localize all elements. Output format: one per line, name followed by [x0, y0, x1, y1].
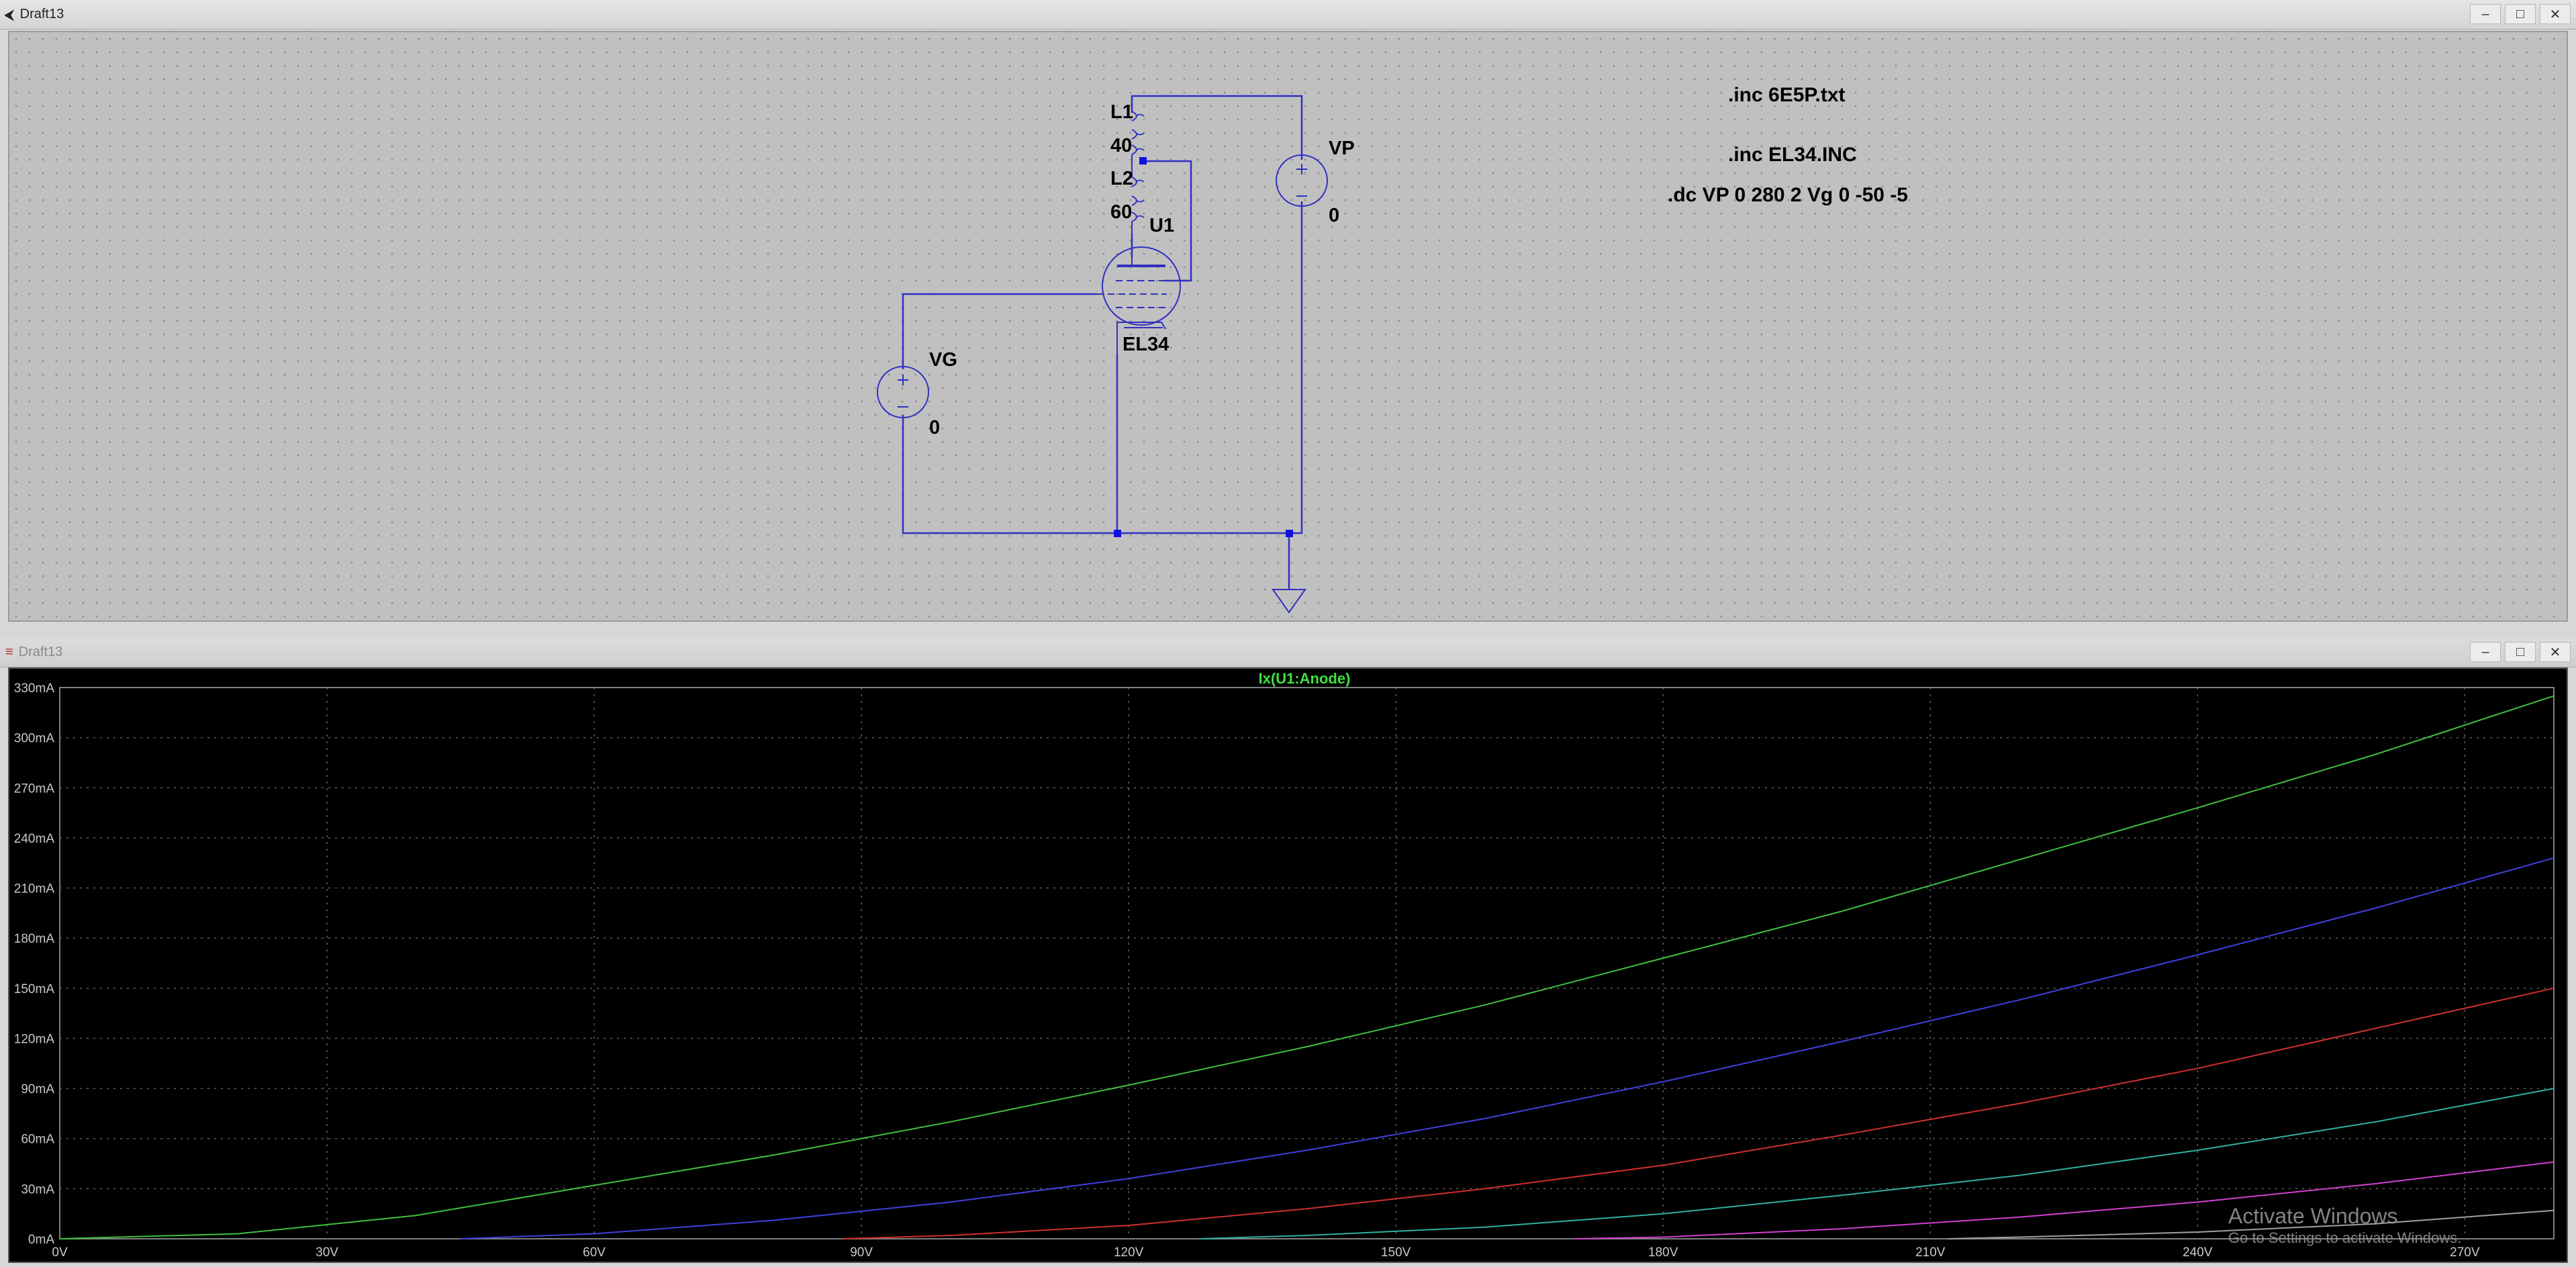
x-tick-label: 210V	[1915, 1246, 1946, 1260]
label-vp-name: VP	[1329, 138, 1355, 159]
junction-node[interactable]	[1139, 157, 1147, 165]
plot-frame	[59, 687, 2555, 1239]
x-tick-label: 90V	[850, 1246, 873, 1260]
schematic-window-controls: – □ ✕	[2470, 4, 2571, 24]
waveform-chart[interactable]: 0mA 30mA 60mA 90mA 120mA 150mA 180mA 210mA 240mA…	[9, 669, 2567, 1262]
plot-window-title: Draft13	[18, 645, 63, 659]
wires	[902, 95, 1303, 590]
x-tick-label: 60V	[583, 1246, 606, 1260]
label-l2-name: L2	[1110, 168, 1133, 189]
inductor-l1[interactable]	[1131, 96, 1145, 161]
waveform-plot-pane[interactable]: 0mA 30mA 60mA 90mA 120mA 150mA 180mA 210mA 240mA…	[8, 667, 2568, 1263]
y-tick-label: 0mA	[28, 1233, 54, 1247]
plot-traces	[59, 695, 2555, 1239]
y-tick-label: 330mA	[14, 682, 55, 696]
inductor-l2[interactable]	[1131, 161, 1145, 234]
watermark-line2: Go to Settings to activate Windows.	[2228, 1229, 2461, 1246]
x-axis-ticks: 0V 30V 60V 90V 120V 150V 180V 210V 240V 270V	[52, 1246, 2479, 1260]
spice-directive[interactable]: .inc EL34.INC	[1728, 144, 1857, 166]
y-tick-label: 180mA	[14, 932, 55, 946]
y-tick-label: 240mA	[14, 832, 55, 846]
schematic-titlebar: ⮜ Draft13 – □ ✕	[0, 0, 2576, 30]
junction-node[interactable]	[1286, 530, 1293, 537]
x-tick-label: 150V	[1381, 1246, 1411, 1260]
trace-title[interactable]: Ix(U1:Anode)	[1259, 670, 1351, 687]
plot-titlebar: ≡ Draft13 – □ ✕	[0, 638, 2576, 667]
minimize-icon[interactable]: –	[2470, 642, 2501, 662]
label-u1-model: EL34	[1123, 334, 1169, 355]
plot-window-controls: – □ ✕	[2470, 642, 2571, 662]
x-tick-label: 30V	[316, 1246, 338, 1260]
y-tick-label: 60mA	[21, 1133, 54, 1147]
trace-line-2[interactable]	[461, 857, 2555, 1239]
label-vp-value: 0	[1329, 205, 1339, 226]
label-vg-value: 0	[929, 417, 940, 438]
restore-icon[interactable]: □	[2505, 642, 2536, 662]
close-icon[interactable]: ✕	[2540, 642, 2571, 662]
trace-line-1[interactable]	[59, 695, 2555, 1239]
y-tick-label: 90mA	[21, 1082, 54, 1096]
restore-icon[interactable]: □	[2505, 4, 2536, 24]
trace-line-5[interactable]	[1574, 1161, 2555, 1239]
y-axis-ticks: 0mA 30mA 60mA 90mA 120mA 150mA 180mA 210mA 240mA…	[14, 682, 55, 1247]
voltage-source-vg[interactable]	[877, 366, 929, 418]
schematic-app-icon: ⮜	[4, 5, 15, 23]
wire-ground-to-cathode[interactable]	[1116, 355, 1289, 534]
watermark-line1: Activate Windows	[2228, 1204, 2398, 1228]
plot-grid	[59, 687, 2555, 1239]
label-l2-value: 60	[1110, 201, 1132, 223]
y-tick-label: 270mA	[14, 782, 55, 796]
minimize-icon[interactable]: –	[2470, 4, 2501, 24]
x-tick-label: 0V	[52, 1246, 68, 1260]
label-l1-value: 40	[1110, 135, 1132, 156]
x-tick-label: 270V	[2450, 1246, 2480, 1260]
y-tick-label: 120mA	[14, 1032, 55, 1046]
spice-directive[interactable]: .inc 6E5P.txt	[1728, 84, 1846, 106]
ground-icon[interactable]	[1272, 589, 1306, 614]
label-l1-name: L1	[1110, 101, 1133, 123]
wire-vp-to-ground[interactable]	[1289, 201, 1303, 534]
spice-directive[interactable]: .dc VP 0 280 2 Vg 0 -50 -5	[1668, 184, 1908, 206]
junction-node[interactable]	[1114, 530, 1121, 537]
voltage-source-vp[interactable]	[1276, 154, 1328, 207]
x-tick-label: 120V	[1114, 1246, 1144, 1260]
trace-line-3[interactable]	[843, 987, 2555, 1239]
schematic-canvas[interactable]: L1 40 L2 60 U1 EL34 VG 0 VP 0 .inc 6E5P.…	[8, 31, 2568, 622]
close-icon[interactable]: ✕	[2540, 4, 2571, 24]
x-tick-label: 180V	[1648, 1246, 1678, 1260]
y-tick-label: 150mA	[14, 982, 55, 996]
y-tick-label: 30mA	[21, 1182, 54, 1196]
wire-l1-top-to-vp[interactable]	[1131, 95, 1303, 160]
y-tick-label: 210mA	[14, 882, 55, 896]
label-u1-name: U1	[1149, 215, 1174, 236]
schematic-drawing[interactable]: L1 40 L2 60 U1 EL34 VG 0 VP 0 .inc 6E5P.…	[9, 32, 2567, 620]
waveform-app-icon: ≡	[5, 645, 13, 659]
y-tick-label: 300mA	[14, 732, 55, 746]
x-tick-label: 240V	[2183, 1246, 2213, 1260]
schematic-window-title: Draft13	[19, 7, 64, 21]
label-vg-name: VG	[929, 349, 957, 371]
